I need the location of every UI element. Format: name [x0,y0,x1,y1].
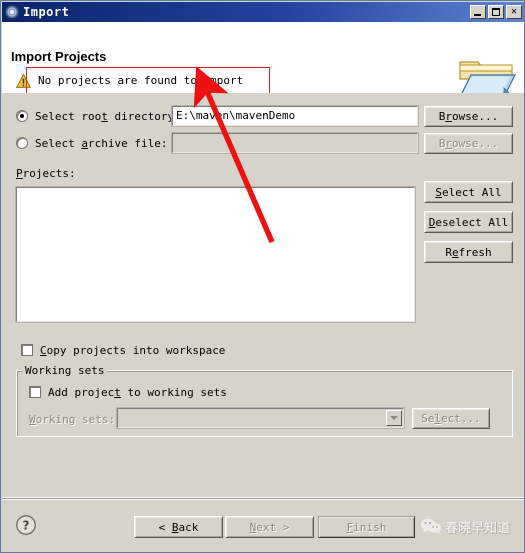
archive-file-input[interactable] [171,132,419,154]
working-sets-group-label: Working sets [22,364,108,377]
deselect-all-button[interactable]: Deselect All [424,211,513,233]
svg-text:?: ? [23,519,30,533]
select-archive-file-radio-row[interactable]: Select archive file: [16,135,167,151]
select-root-directory-radio[interactable] [16,110,28,122]
back-button[interactable]: < Back [134,516,223,538]
refresh-button[interactable]: Refresh [424,241,513,263]
back-label: < Back [158,520,199,534]
window-controls: ✕ [470,5,522,19]
add-project-to-working-sets-row[interactable]: Add project to working sets [29,384,227,400]
finish-label: Finish [346,520,387,534]
title-bar[interactable]: Import ✕ [2,2,524,22]
working-sets-combo[interactable] [116,407,405,429]
select-all-label: Select All [435,185,502,199]
select-all-button[interactable]: Select All [424,181,513,203]
browse-archive-label: Browse... [438,137,499,150]
status-message: No projects are found to import [38,74,244,87]
root-directory-input[interactable]: E:\maven\mavenDemo [171,105,419,127]
select-archive-file-label: Select archive file: [35,136,168,150]
projects-list[interactable] [15,186,416,323]
minimize-button[interactable] [470,5,486,19]
copy-projects-label: Copy projects into workspace [40,343,226,357]
select-working-sets-label: Select... [421,412,481,425]
browse-root-directory-button[interactable]: Browse... [424,106,513,127]
window-title: Import [23,5,70,19]
add-project-to-working-sets-label: Add project to working sets [48,385,227,399]
help-icon[interactable]: ? [15,514,37,536]
projects-label: Projects: [16,167,76,180]
select-working-sets-button[interactable]: Select... [412,408,490,429]
add-project-to-working-sets-checkbox[interactable] [29,386,41,398]
deselect-all-label: Deselect All [428,215,509,229]
working-sets-combo-label: Working sets: [29,413,116,426]
copy-projects-checkbox[interactable] [21,344,33,356]
select-root-directory-label: Select root directory: [35,109,181,123]
next-label: Next > [249,520,290,534]
close-icon: ✕ [510,6,518,17]
select-root-directory-radio-row[interactable]: Select root directory: [16,108,181,124]
import-dialog-window: Import ✕ Import Projects No projects are… [0,0,525,553]
copy-projects-checkbox-row[interactable]: Copy projects into workspace [21,342,225,358]
maximize-button[interactable] [488,5,504,19]
wizard-header: Import Projects No projects are found to… [2,22,524,100]
chevron-down-icon[interactable] [386,410,402,426]
browse-root-label: Browse... [438,110,499,123]
browse-archive-file-button[interactable]: Browse... [424,133,513,154]
wizard-body: Select root directory: Select archive fi… [2,93,524,498]
refresh-label: Refresh [445,245,492,259]
page-title: Import Projects [11,49,107,64]
finish-button[interactable]: Finish [318,516,415,538]
close-button[interactable]: ✕ [506,5,522,19]
select-archive-file-radio[interactable] [16,137,28,149]
import-wizard-icon [5,5,19,19]
next-button[interactable]: Next > [225,516,314,538]
